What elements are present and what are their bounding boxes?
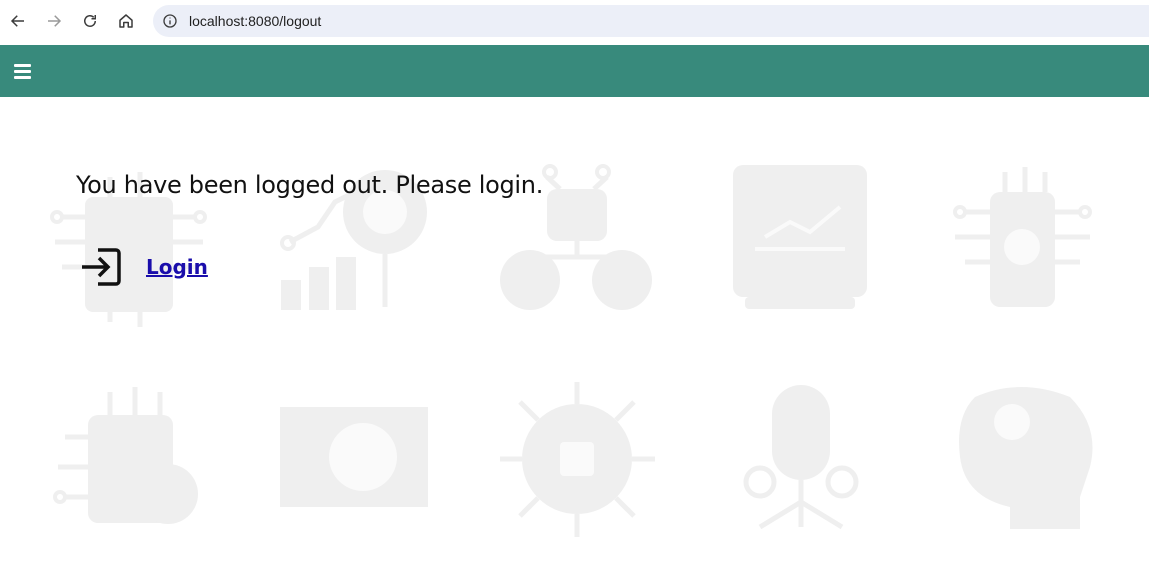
browser-toolbar: localhost:8080/logout <box>0 0 1149 44</box>
login-link[interactable]: Login <box>146 255 208 279</box>
forward-arrow-icon <box>48 15 62 27</box>
home-icon <box>119 14 133 28</box>
head-gears-icon <box>959 387 1093 529</box>
reload-icon <box>84 15 96 27</box>
monitor-chart-icon <box>733 165 867 309</box>
virus-chip-icon <box>500 382 655 537</box>
hamburger-menu-icon[interactable] <box>14 64 31 79</box>
ai-microphone-icon <box>743 385 859 530</box>
screen-pie-icon <box>280 407 428 507</box>
back-button[interactable] <box>6 9 30 33</box>
back-arrow-icon <box>10 15 24 27</box>
reload-button[interactable] <box>78 9 102 33</box>
login-enter-icon[interactable] <box>80 245 122 289</box>
circuit-document-icon <box>53 387 198 524</box>
address-bar[interactable]: localhost:8080/logout <box>153 5 1149 37</box>
main-content: You have been logged out. Please login. … <box>0 97 1149 574</box>
site-info-icon[interactable] <box>161 12 179 30</box>
login-row: Login <box>80 245 208 289</box>
forward-button[interactable] <box>42 9 66 33</box>
circuit-lightbulb-icon <box>953 167 1092 307</box>
url-text[interactable]: localhost:8080/logout <box>189 13 321 29</box>
background-illustration <box>50 164 1093 537</box>
home-button[interactable] <box>114 9 138 33</box>
logout-message: You have been logged out. Please login. <box>76 171 544 199</box>
app-header <box>0 45 1149 97</box>
